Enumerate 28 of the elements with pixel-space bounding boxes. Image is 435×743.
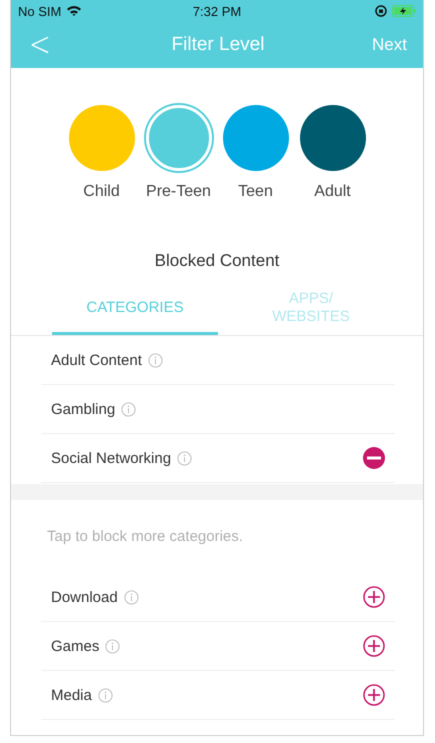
carrier-text: No SIM xyxy=(18,4,62,18)
rotation-lock-icon xyxy=(375,5,388,17)
category-name: Media xyxy=(51,686,92,704)
level-option[interactable]: Pre-Teen xyxy=(142,105,214,201)
remove-button[interactable] xyxy=(363,447,385,469)
add-button[interactable] xyxy=(363,684,385,706)
add-button[interactable] xyxy=(363,635,385,657)
category-name: Social Networking xyxy=(51,450,172,466)
wifi-icon xyxy=(66,5,82,17)
info-icon[interactable] xyxy=(148,352,163,368)
category-name: Download xyxy=(51,588,118,606)
info-icon[interactable] xyxy=(98,688,113,702)
category-name: Adult Content xyxy=(51,352,142,368)
level-option[interactable]: Adult xyxy=(296,105,368,201)
info-icon[interactable] xyxy=(105,638,120,654)
info-icon[interactable] xyxy=(124,590,139,604)
info-icon[interactable] xyxy=(121,402,136,416)
level-option[interactable]: Child xyxy=(66,105,138,201)
category-name: Games xyxy=(51,638,100,654)
category-name: Gambling xyxy=(51,400,116,418)
info-icon[interactable] xyxy=(177,450,192,466)
level-option[interactable]: Teen xyxy=(220,105,292,201)
screen-title: Filter Level xyxy=(170,34,266,56)
battery-icon xyxy=(392,5,416,17)
time-text: 7:32 PM xyxy=(192,4,242,18)
add-button[interactable] xyxy=(363,586,385,608)
section-title: Blocked Content xyxy=(154,251,280,271)
hint-text: Tap to block more categories. xyxy=(46,527,244,547)
